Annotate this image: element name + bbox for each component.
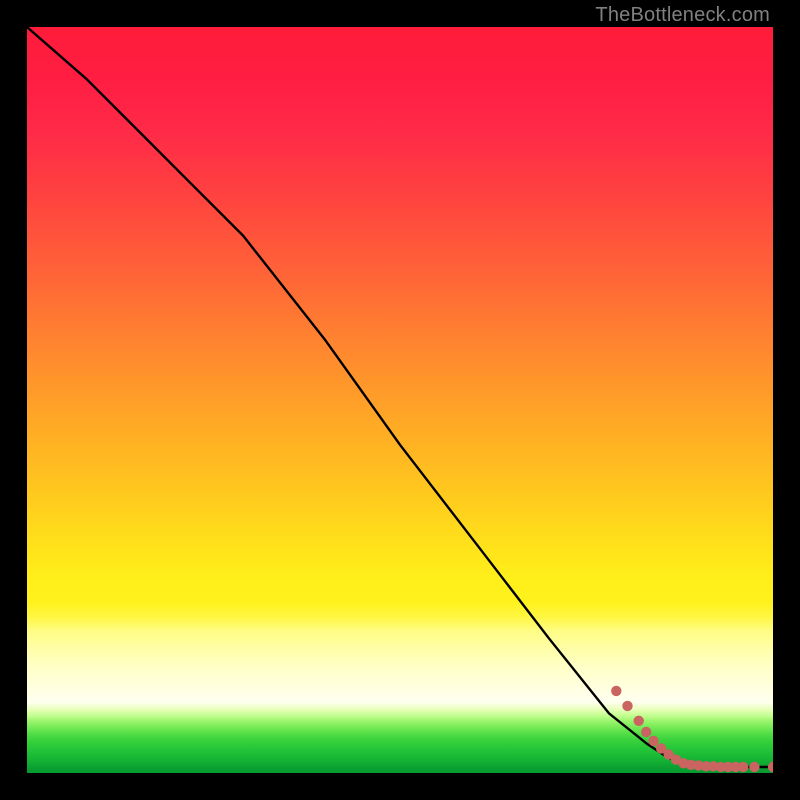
chart-frame: TheBottleneck.com — [0, 0, 800, 800]
watermark-label: TheBottleneck.com — [595, 4, 770, 27]
chart-plot-area — [27, 27, 773, 773]
